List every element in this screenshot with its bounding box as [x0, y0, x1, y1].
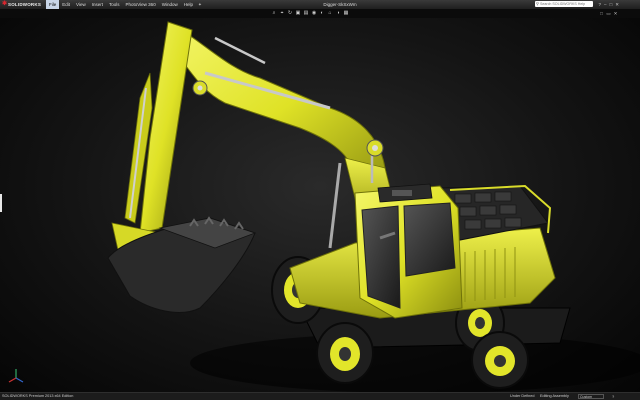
menu-file[interactable]: File [46, 0, 60, 9]
menu-insert[interactable]: Insert [89, 0, 106, 9]
panel-collapse-handle[interactable] [0, 194, 2, 212]
view-orientation-icon[interactable]: ▤ [302, 10, 310, 17]
title-bar: ✱ SOLIDWORKS File Edit View Insert Tools… [0, 0, 640, 9]
search-input[interactable] [540, 1, 590, 7]
menu-window[interactable]: Window [159, 0, 181, 9]
edit-appearance-icon[interactable]: ⌂ [326, 10, 334, 17]
search-box[interactable]: ⚲ [535, 1, 593, 7]
menu-help[interactable]: Help [181, 0, 196, 9]
menu-view[interactable]: View [73, 0, 89, 9]
maximize-icon[interactable]: □ [610, 2, 613, 7]
status-definition: Under Defined [510, 394, 535, 398]
status-help-icon[interactable]: ? [612, 393, 614, 400]
solidworks-window: ✱ SOLIDWORKS File Edit View Insert Tools… [0, 0, 640, 400]
wheel-front-right [316, 322, 374, 384]
zoom-to-area-icon[interactable]: ⌖ [278, 10, 286, 17]
help-icon[interactable]: ? [599, 2, 602, 7]
apply-scene-icon[interactable]: ◑ [334, 10, 342, 17]
solidworks-logo[interactable]: ✱ SOLIDWORKS [0, 0, 46, 9]
excavator-model[interactable] [0, 18, 640, 392]
graphics-area[interactable] [0, 18, 640, 392]
window-buttons: ? – □ ✕ [597, 0, 621, 9]
minimize-icon[interactable]: – [604, 2, 607, 7]
status-bar: SOLIDWORKS Premium 2013 x64 Edition Unde… [0, 392, 640, 400]
section-view-icon[interactable]: ▣ [294, 10, 302, 17]
solidworks-logo-icon: ✱ [2, 1, 8, 7]
menu-bar: File Edit View Insert Tools PhotoView 36… [46, 0, 202, 9]
viewport-close-icon[interactable]: ✕ [612, 10, 619, 17]
view-settings-icon[interactable]: ▦ [342, 10, 350, 17]
close-icon[interactable]: ✕ [615, 2, 619, 8]
viewport-tile-icon[interactable]: ▭ [605, 10, 612, 17]
units-selector[interactable]: Custom [578, 394, 604, 399]
headsup-row: ⌕ ⌖ ↻ ▣ ▤ ◉ ◐ ⌂ ◑ ▦ □ ▭ ✕ [0, 9, 640, 18]
view-orientation-triad-icon [8, 369, 24, 383]
previous-view-icon[interactable]: ↻ [286, 10, 294, 17]
viewport-controls: □ ▭ ✕ [598, 10, 619, 17]
menu-edit[interactable]: Edit [59, 0, 73, 9]
document-title: Digger-SkSxWm [323, 2, 357, 7]
headsup-view-toolbar: ⌕ ⌖ ↻ ▣ ▤ ◉ ◐ ⌂ ◑ ▦ [270, 10, 350, 17]
pin-icon[interactable]: ✦ [198, 2, 202, 8]
logo-text: SOLIDWORKS [8, 2, 42, 7]
viewport-restore-icon[interactable]: □ [598, 10, 605, 17]
display-style-icon[interactable]: ◉ [310, 10, 318, 17]
menu-photoview-360[interactable]: PhotoView 360 [123, 0, 159, 9]
status-mode: Editing Assembly [540, 394, 569, 398]
product-version: SOLIDWORKS Premium 2013 x64 Edition [2, 394, 74, 398]
wheel-rear-right [471, 331, 529, 389]
menu-tools[interactable]: Tools [106, 0, 123, 9]
zoom-to-fit-icon[interactable]: ⌕ [270, 10, 278, 17]
hide-show-items-icon[interactable]: ◐ [318, 10, 326, 17]
